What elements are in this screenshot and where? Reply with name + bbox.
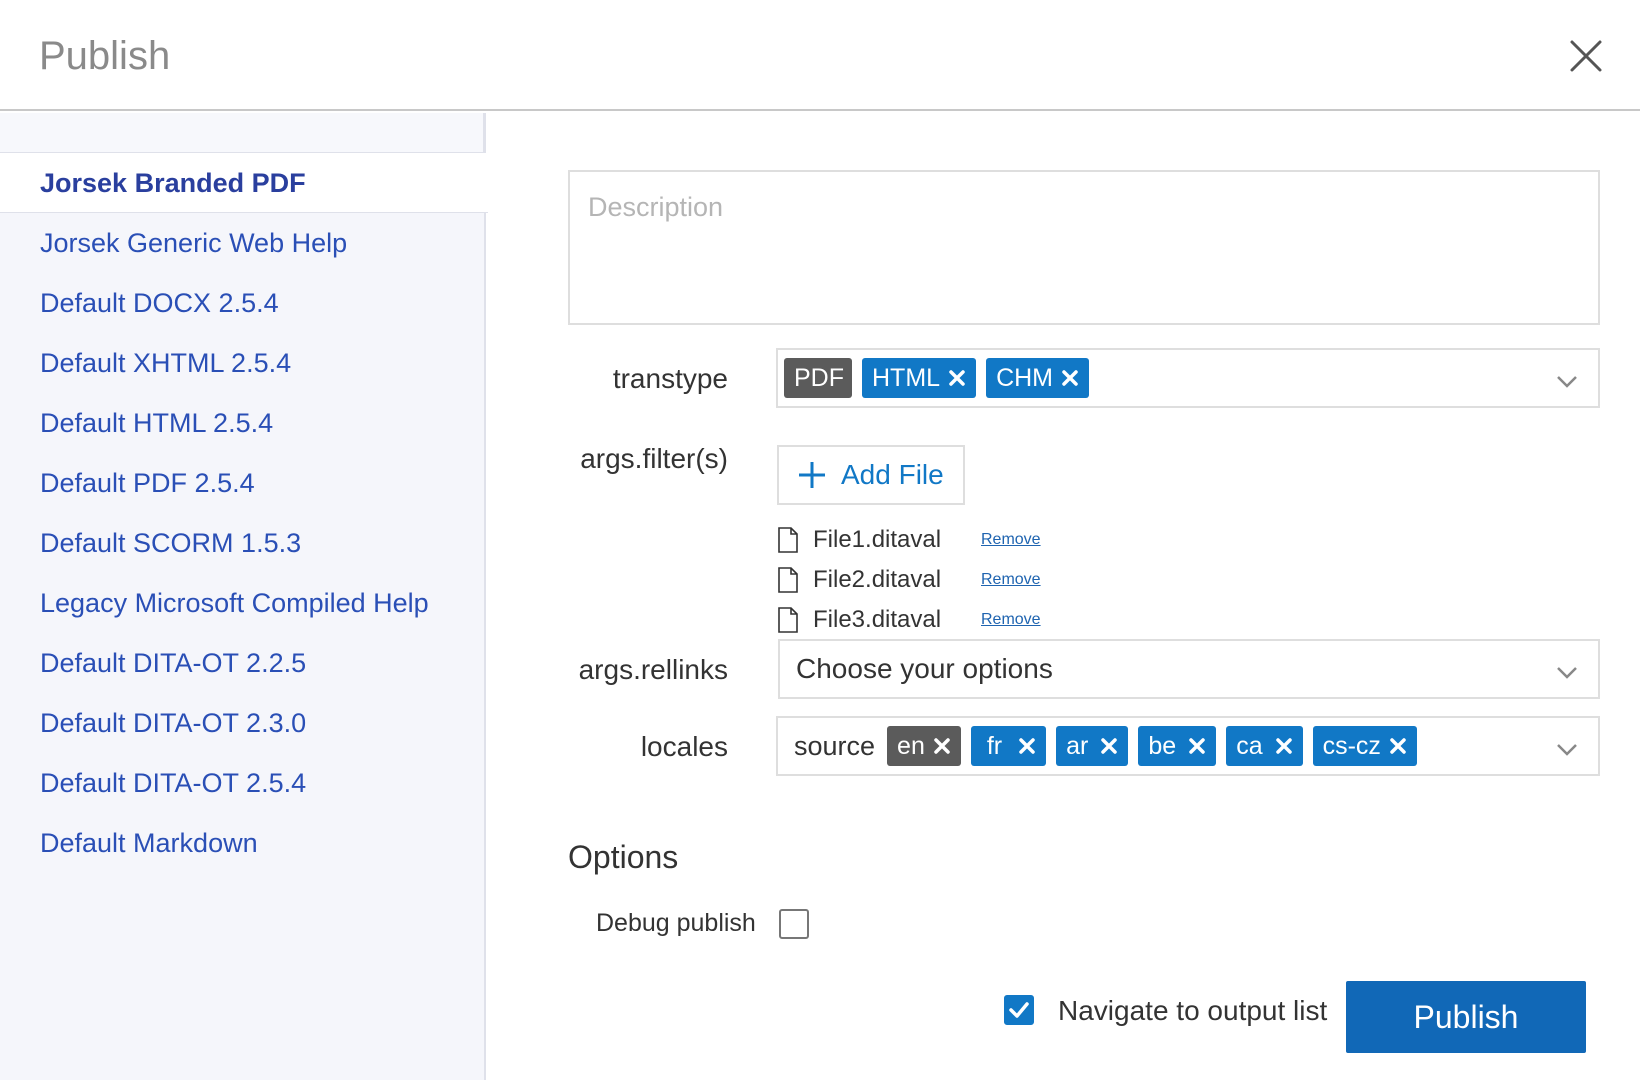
file-name: File3.ditaval <box>813 606 942 633</box>
remove-x-icon[interactable] <box>946 367 968 389</box>
sidebar-item-default-docx[interactable]: Default DOCX 2.5.4 <box>0 273 486 333</box>
chip-label: en <box>897 731 925 760</box>
rellinks-select[interactable]: Choose your options <box>778 639 1600 699</box>
chip-label: HTML <box>872 363 941 392</box>
remove-x-icon[interactable] <box>1273 735 1295 757</box>
publish-button[interactable]: Publish <box>1346 981 1586 1053</box>
chip-label: be <box>1148 731 1177 760</box>
publish-form: transtype PDF HTML CHM args.filter(s) Ad… <box>488 113 1640 1080</box>
options-heading: Options <box>568 839 679 875</box>
dialog-title: Publish <box>39 34 171 78</box>
rellinks-placeholder: Choose your options <box>796 653 1053 684</box>
transtype-chip-pdf: PDF <box>784 358 852 398</box>
chip-label: ar <box>1066 731 1089 760</box>
locales-label: locales <box>640 731 728 762</box>
file-list-item: File2.ditaval Remove <box>777 563 1041 597</box>
publish-profile-list: Jorsek Branded PDF Jorsek Generic Web He… <box>0 153 488 873</box>
rellinks-label: args.rellinks <box>578 654 728 685</box>
file-icon <box>777 526 799 554</box>
locale-chip-cs-cz: cs-cz <box>1312 726 1417 766</box>
navigate-output-checkbox[interactable] <box>1004 995 1034 1025</box>
plus-icon <box>799 462 825 488</box>
filters-label: args.filter(s) <box>580 443 728 474</box>
sidebar-top-strip <box>0 113 484 153</box>
locales-select[interactable]: source en fr ar be ca cs-cz <box>776 716 1600 776</box>
chevron-down-icon[interactable] <box>1554 736 1580 762</box>
file-name: File1.ditaval <box>813 526 942 553</box>
sidebar-item-default-scorm[interactable]: Default SCORM 1.5.3 <box>0 513 486 573</box>
remove-file-link[interactable]: Remove <box>981 571 1041 589</box>
remove-file-link[interactable]: Remove <box>981 611 1041 629</box>
sidebar-item-dita-ot-254[interactable]: Default DITA-OT 2.5.4 <box>0 753 486 813</box>
chip-label: cs-cz <box>1322 731 1381 760</box>
remove-x-icon[interactable] <box>1186 735 1208 757</box>
transtype-chip-chm: CHM <box>986 358 1089 398</box>
locale-chip-en: en <box>887 726 961 766</box>
sidebar-item-dita-ot-230[interactable]: Default DITA-OT 2.3.0 <box>0 693 486 753</box>
locale-chip-be: be <box>1138 726 1217 766</box>
remove-x-icon[interactable] <box>1098 735 1120 757</box>
debug-publish-checkbox[interactable] <box>779 909 809 939</box>
remove-x-icon[interactable] <box>1387 735 1409 757</box>
sidebar-item-jorsek-branded-pdf[interactable]: Jorsek Branded PDF <box>0 153 488 213</box>
locales-source-label: source <box>794 730 876 761</box>
publish-profile-sidebar: Jorsek Branded PDF Jorsek Generic Web He… <box>0 113 488 1080</box>
chip-label: fr <box>986 731 1003 760</box>
navigate-output-label: Navigate to output list <box>1058 995 1328 1026</box>
close-icon[interactable] <box>1566 36 1606 76</box>
chevron-down-icon[interactable] <box>1554 659 1580 685</box>
sidebar-item-dita-ot-225[interactable]: Default DITA-OT 2.2.5 <box>0 633 486 693</box>
description-input[interactable] <box>568 170 1600 325</box>
debug-publish-label: Debug publish <box>596 909 756 937</box>
dialog-header: Publish <box>0 0 1640 111</box>
sidebar-item-jorsek-generic-web-help[interactable]: Jorsek Generic Web Help <box>0 213 486 273</box>
chip-label: PDF <box>794 363 844 392</box>
transtype-label: transtype <box>612 363 728 394</box>
file-list-item: File3.ditaval Remove <box>777 603 1041 637</box>
locale-chip-fr: fr <box>970 726 1047 766</box>
checkmark-icon <box>1009 1002 1029 1018</box>
file-list-item: File1.ditaval Remove <box>777 523 1041 557</box>
locale-chip-ca: ca <box>1226 726 1303 766</box>
add-file-button[interactable]: Add File <box>777 445 965 505</box>
remove-file-link[interactable]: Remove <box>981 531 1041 549</box>
remove-x-icon[interactable] <box>1016 735 1038 757</box>
remove-x-icon[interactable] <box>1059 367 1081 389</box>
file-icon <box>777 566 799 594</box>
transtype-select[interactable]: PDF HTML CHM <box>776 348 1600 408</box>
sidebar-item-default-markdown[interactable]: Default Markdown <box>0 813 486 873</box>
chip-label: ca <box>1236 731 1263 760</box>
add-file-label: Add File <box>841 459 944 490</box>
remove-x-icon[interactable] <box>931 735 953 757</box>
file-name: File2.ditaval <box>813 566 942 593</box>
chevron-down-icon[interactable] <box>1554 368 1580 394</box>
sidebar-item-default-pdf[interactable]: Default PDF 2.5.4 <box>0 453 486 513</box>
sidebar-item-default-html[interactable]: Default HTML 2.5.4 <box>0 393 486 453</box>
sidebar-item-legacy-chm[interactable]: Legacy Microsoft Compiled Help <box>0 573 486 633</box>
transtype-chip-html: HTML <box>862 358 977 398</box>
chip-label: CHM <box>996 363 1053 392</box>
file-icon <box>777 606 799 634</box>
locale-chip-ar: ar <box>1056 726 1129 766</box>
sidebar-item-default-xhtml[interactable]: Default XHTML 2.5.4 <box>0 333 486 393</box>
